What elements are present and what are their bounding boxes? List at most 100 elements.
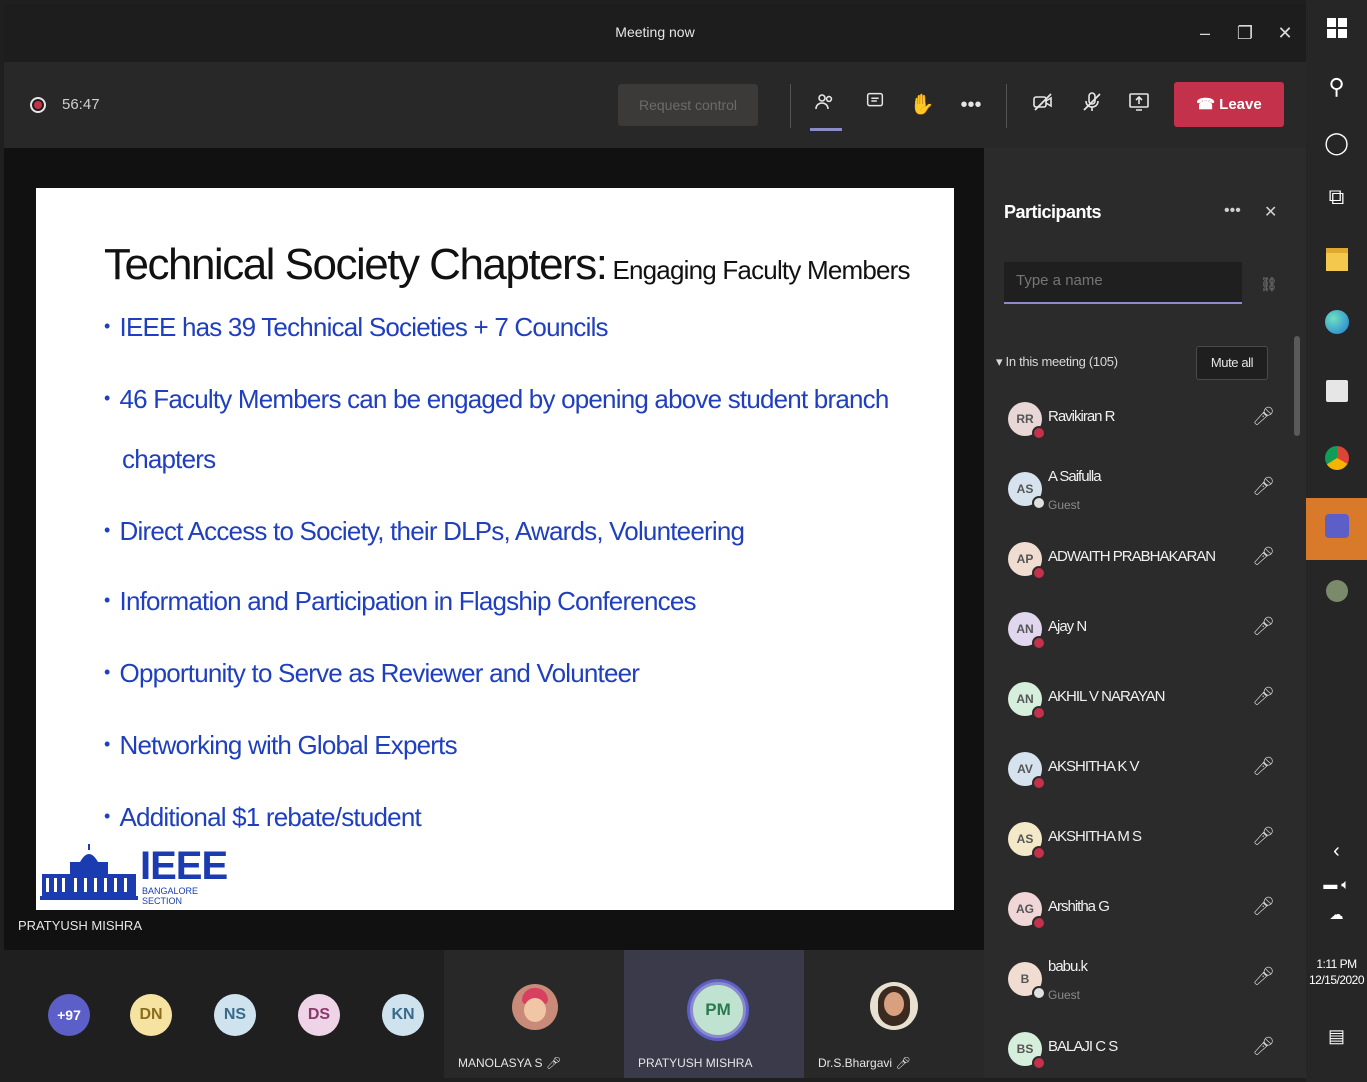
search-input[interactable] xyxy=(1004,262,1242,299)
system-clock[interactable]: 1:11 PM 12/15/2020 xyxy=(1306,956,1367,988)
participant-row[interactable]: BS BALAJI C S 🎤︎ xyxy=(984,1018,1294,1082)
speaking-avatar: PM xyxy=(690,982,746,1038)
leave-button[interactable]: ☎ Leave xyxy=(1174,82,1284,127)
restore-icon[interactable]: ❐ xyxy=(1232,20,1258,46)
share-invite-icon[interactable]: ⛓ xyxy=(1260,276,1278,293)
teams-meeting-window: Meeting now – ❐ ✕ 56:47 Request control … xyxy=(4,4,1306,1078)
status-dot xyxy=(1032,566,1046,580)
participant-name: babu.k xyxy=(1048,958,1088,975)
ieee-logo-subtext: BANGALORE SECTION xyxy=(142,886,199,906)
notifications-icon[interactable]: ▤ xyxy=(1306,1026,1367,1047)
tray-icons[interactable]: ▬ 🔈︎ xyxy=(1306,876,1367,893)
status-dot xyxy=(1032,706,1046,720)
participant-search xyxy=(1004,262,1242,304)
participant-photo xyxy=(512,984,558,1030)
scrollbar[interactable] xyxy=(1294,336,1300,436)
participant-name: Ajay N xyxy=(1048,618,1087,635)
raise-hand-icon[interactable]: ✋ xyxy=(907,90,937,120)
participants-icon[interactable] xyxy=(810,90,840,120)
panel-title: Participants xyxy=(1004,202,1102,222)
windows-taskbar: ⚲ ◯ ⧉ ‹ ▬ 🔈︎ ☁ 1:11 PM 12/15/2020 ▤ xyxy=(1306,0,1367,1082)
mic-off-icon: 🎤︎ xyxy=(1252,546,1275,566)
avatar[interactable]: KN xyxy=(382,994,424,1036)
request-control-button[interactable]: Request control xyxy=(618,84,758,126)
ieee-bangalore-logo: IEEE BANGALORE SECTION xyxy=(40,844,228,906)
video-tile[interactable]: PM PRATYUSH MISHRA xyxy=(624,950,804,1078)
slide-bullet: • 46 Faculty Members can be engaged by op… xyxy=(104,384,889,414)
toolbar-divider xyxy=(790,84,791,128)
slide-bullet: • IEEE has 39 Technical Societies + 7 Cou… xyxy=(104,312,609,342)
file-explorer-icon[interactable] xyxy=(1306,248,1367,271)
avatar[interactable]: DN xyxy=(130,994,172,1036)
minimize-icon[interactable]: – xyxy=(1192,20,1218,46)
participant-row[interactable]: AN AKHIL V NARAYAN 🎤︎ xyxy=(984,668,1294,732)
slide-title: Technical Society Chapters: Engaging Facu… xyxy=(104,240,911,290)
participant-row[interactable]: Bbabu.k Guest 🎤︎ xyxy=(984,948,1294,1012)
participant-name: ADWAITH PRABHAKARAN xyxy=(1048,548,1216,565)
avatar[interactable]: NS xyxy=(214,994,256,1036)
slide-bullet: • Networking with Global Experts xyxy=(104,730,458,760)
participant-name: AKSHITHA K V xyxy=(1048,758,1140,775)
video-tile[interactable]: Dr.S.Bhargavi 🎤︎ xyxy=(804,950,984,1078)
chat-icon[interactable] xyxy=(860,90,890,120)
status-dot xyxy=(1032,636,1046,650)
teams-icon[interactable] xyxy=(1306,514,1367,538)
cloud-icon[interactable]: ☁ xyxy=(1306,906,1367,923)
participant-gallery-bar: +97 DN NS DS KN MANOLASYA S 🎤︎ PM PRATYU… xyxy=(4,950,984,1078)
chrome-icon[interactable] xyxy=(1306,446,1367,470)
app-icon[interactable] xyxy=(1306,580,1367,602)
mic-off-icon: 🎤︎ xyxy=(1252,476,1275,496)
task-view-icon[interactable]: ⧉ xyxy=(1306,184,1367,210)
ieee-logo-text: IEEE xyxy=(140,844,228,888)
chevron-left-icon[interactable]: ‹ xyxy=(1306,840,1367,863)
participant-name: Ravikiran R xyxy=(1048,408,1116,425)
status-dot xyxy=(1032,776,1046,790)
section-header[interactable]: ▾ In this meeting (105) xyxy=(996,354,1118,370)
status-dot xyxy=(1032,426,1046,440)
video-tile[interactable]: MANOLASYA S 🎤︎ xyxy=(444,950,624,1078)
meeting-timer: 56:47 xyxy=(62,96,100,113)
participant-row[interactable]: AP ADWAITH PRABHAKARAN 🎤︎ xyxy=(984,528,1294,592)
windows-start-icon[interactable] xyxy=(1306,18,1367,44)
edge-browser-icon[interactable] xyxy=(1306,310,1367,334)
mic-off-icon[interactable] xyxy=(1077,90,1107,120)
status-dot xyxy=(1032,1056,1046,1070)
participant-name: BALAJI C S xyxy=(1048,1038,1118,1055)
vidhana-soudha-icon xyxy=(40,844,138,900)
share-screen-icon[interactable] xyxy=(1124,90,1154,120)
participant-row[interactable]: AS AKSHITHA M S 🎤︎ xyxy=(984,808,1294,872)
store-icon[interactable] xyxy=(1306,380,1367,402)
cortana-icon[interactable]: ◯ xyxy=(1306,130,1367,156)
more-actions-icon[interactable]: ••• xyxy=(956,90,986,120)
slide-title-main: Technical Society Chapters: xyxy=(104,240,608,289)
participant-row[interactable]: AN Ajay N 🎤︎ xyxy=(984,598,1294,662)
participant-name: AKHIL V NARAYAN xyxy=(1048,688,1165,705)
close-window-icon[interactable]: ✕ xyxy=(1272,20,1298,46)
slide-title-sub: Engaging Faculty Members xyxy=(612,255,910,285)
search-icon[interactable]: ⚲ xyxy=(1306,74,1367,100)
participant-role: Guest xyxy=(1048,498,1081,512)
mic-off-icon: 🎤︎ xyxy=(1252,616,1275,636)
participant-row[interactable]: RR Ravikiran R 🎤︎ xyxy=(984,388,1294,452)
chevron-down-icon: ▾ xyxy=(996,354,1006,369)
participant-row[interactable]: AV AKSHITHA K V 🎤︎ xyxy=(984,738,1294,802)
participant-row[interactable]: AS A Saifulla Guest 🎤︎ xyxy=(984,458,1294,522)
status-dot xyxy=(1032,916,1046,930)
overflow-participants-button[interactable]: +97 xyxy=(48,994,90,1036)
window-title: Meeting now xyxy=(615,24,695,40)
presenter-name-label: PRATYUSH MISHRA xyxy=(18,918,142,933)
participant-row[interactable]: AG Arshitha G 🎤︎ xyxy=(984,878,1294,942)
more-options-icon[interactable]: ••• xyxy=(1224,202,1241,220)
status-dot xyxy=(1032,846,1046,860)
tile-name: Dr.S.Bhargavi 🎤︎ xyxy=(818,1056,911,1070)
close-icon[interactable]: ✕ xyxy=(1264,202,1277,222)
avatar[interactable]: DS xyxy=(298,994,340,1036)
participants-panel: Participants ••• ✕ ⛓ ▾ In this meeting (… xyxy=(984,148,1306,1078)
slide-bullet: • Additional $1 rebate/student xyxy=(104,802,422,832)
camera-off-icon[interactable] xyxy=(1028,90,1058,120)
participant-photo xyxy=(870,982,918,1030)
mute-all-button[interactable]: Mute all xyxy=(1196,346,1268,380)
mic-off-icon: 🎤︎ xyxy=(1252,756,1275,776)
title-bar: Meeting now – ❐ ✕ xyxy=(4,4,1306,62)
status-dot xyxy=(1032,496,1046,510)
